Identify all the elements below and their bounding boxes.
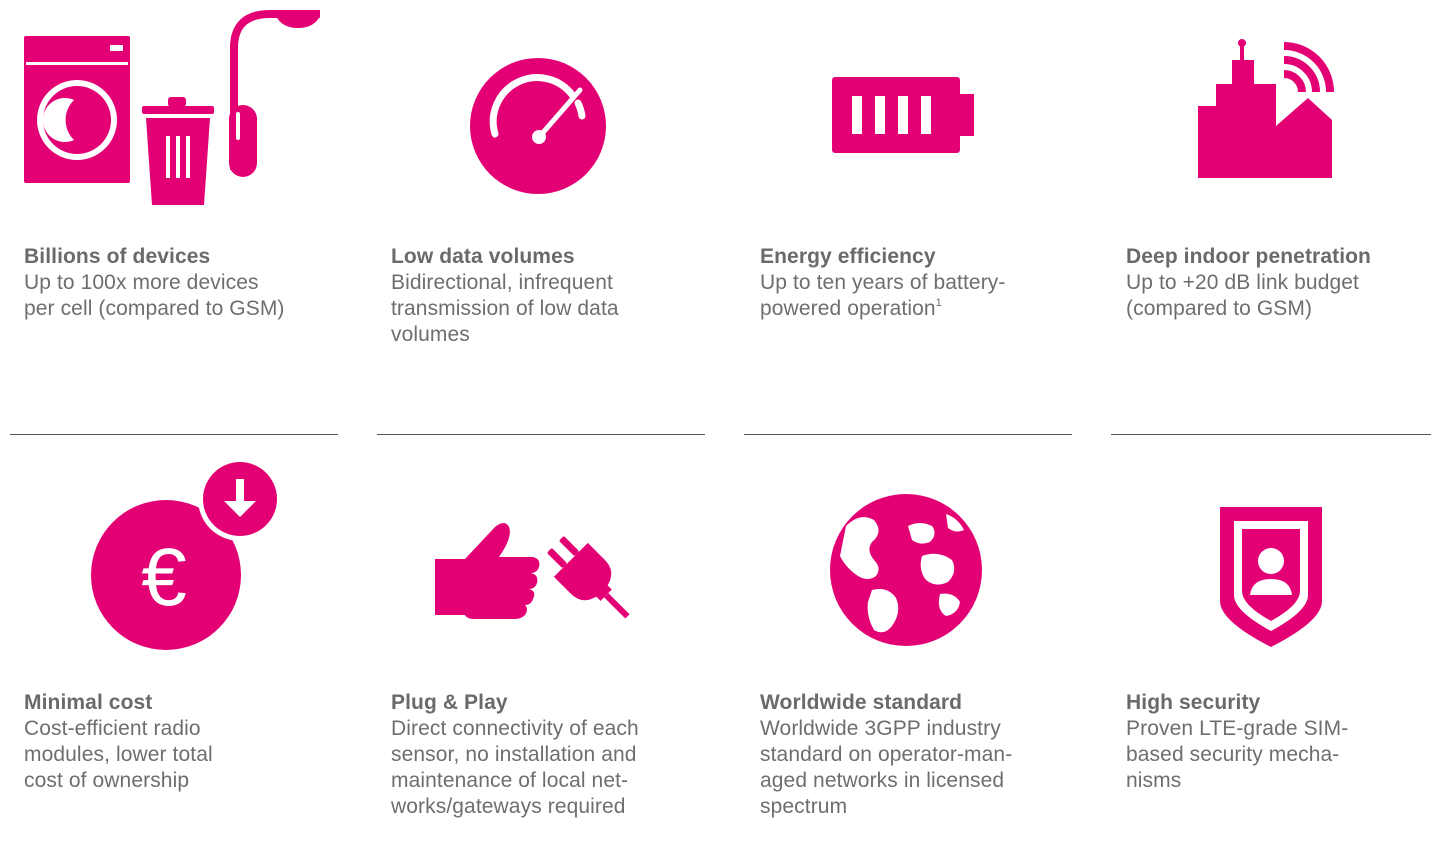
thumbs-up-plug-icon <box>391 455 721 655</box>
feature-description: Direct connectivity of each sensor, no i… <box>391 717 639 818</box>
feature-title: Minimal cost <box>24 691 153 714</box>
feature-description: Up to ten years of battery- powered oper… <box>760 271 1006 320</box>
building-signal-icon <box>1126 0 1431 200</box>
feature-description: Proven LTE-grade SIM- based security mec… <box>1126 717 1349 792</box>
feature-title: Deep indoor penetration <box>1126 245 1371 268</box>
divider <box>1111 434 1431 435</box>
feature-title: High security <box>1126 691 1261 714</box>
feature-title: Worldwide standard <box>760 691 963 714</box>
battery-icon <box>760 0 1090 200</box>
divider <box>744 434 1072 435</box>
divider <box>377 434 705 435</box>
feature-description: Up to 100x more devices per cell (compar… <box>24 271 285 320</box>
feature-description: Worldwide 3GPP industry standard on oper… <box>760 717 1013 818</box>
feature-description: Bidirectional, infrequent transmission o… <box>391 271 619 346</box>
feature-title: Plug & Play <box>391 691 508 714</box>
footnote-marker: 1 <box>935 297 942 309</box>
globe-icon <box>760 455 1090 655</box>
euro-symbol: € <box>141 532 187 623</box>
feature-description: Cost-efficient radio modules, lower tota… <box>24 717 213 792</box>
feature-title: Billions of devices <box>24 245 211 268</box>
speedometer-icon <box>391 0 721 200</box>
appliances-icon <box>24 0 354 205</box>
feature-title: Energy efficiency <box>760 245 936 268</box>
shield-user-icon <box>1126 455 1431 655</box>
feature-title: Low data volumes <box>391 245 575 268</box>
divider <box>10 434 338 435</box>
euro-cost-down-icon: € <box>24 455 354 655</box>
feature-description: Up to +20 dB link budget (compared to GS… <box>1126 271 1359 320</box>
